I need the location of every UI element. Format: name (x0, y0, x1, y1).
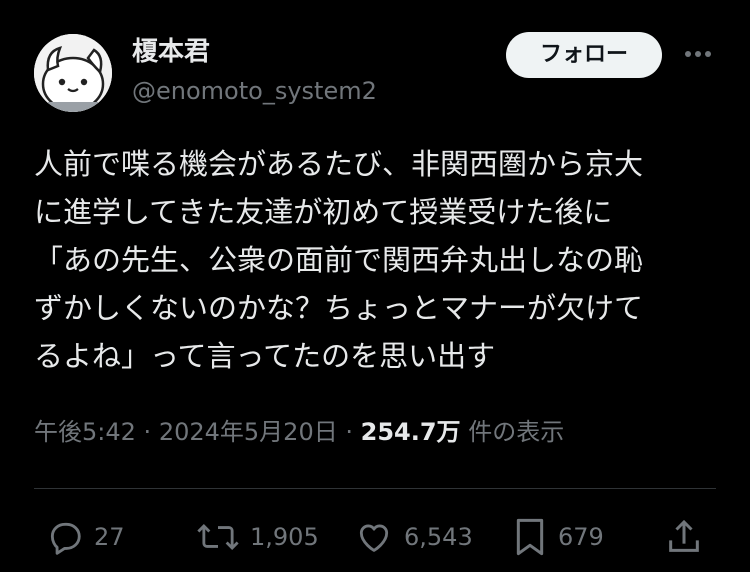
share-button[interactable] (664, 516, 704, 558)
reply-button[interactable]: 27 (46, 516, 125, 558)
follow-button[interactable]: フォロー (506, 32, 662, 78)
tweet-date[interactable]: 2024年5月20日 (159, 418, 338, 446)
divider (34, 488, 716, 489)
meta-separator: · (143, 418, 152, 446)
bookmark-count: 679 (558, 523, 604, 551)
reply-icon (50, 522, 81, 555)
reply-count: 27 (94, 523, 125, 551)
author-name[interactable]: 榎本君 (132, 36, 210, 68)
author-handle[interactable]: @enomoto_system2 (132, 76, 377, 106)
views-label: 件の表示 (468, 418, 565, 446)
tweet-time[interactable]: 午後5:42 (34, 418, 136, 446)
meta-separator: · (345, 418, 353, 446)
like-count: 6,543 (404, 523, 473, 551)
tweet-meta: 午後5:42 · 2024年5月20日 · 254.7万 件の表示 (34, 414, 564, 450)
share-icon (669, 519, 699, 552)
like-button[interactable]: 6,543 (354, 516, 473, 558)
repost-button[interactable]: 1,905 (196, 516, 319, 558)
repost-count: 1,905 (250, 523, 319, 551)
more-icon[interactable] (676, 34, 720, 74)
like-icon (359, 524, 389, 552)
views-count[interactable]: 254.7万 (361, 418, 461, 446)
repost-icon (197, 523, 239, 551)
bookmark-button[interactable]: 679 (512, 516, 604, 558)
avatar[interactable] (34, 34, 112, 112)
tweet-text: 人前で喋る機会があるたび、非関西圏から京大 に進学してきた友達が初めて授業受けた… (34, 147, 644, 373)
bookmark-icon (516, 518, 544, 556)
